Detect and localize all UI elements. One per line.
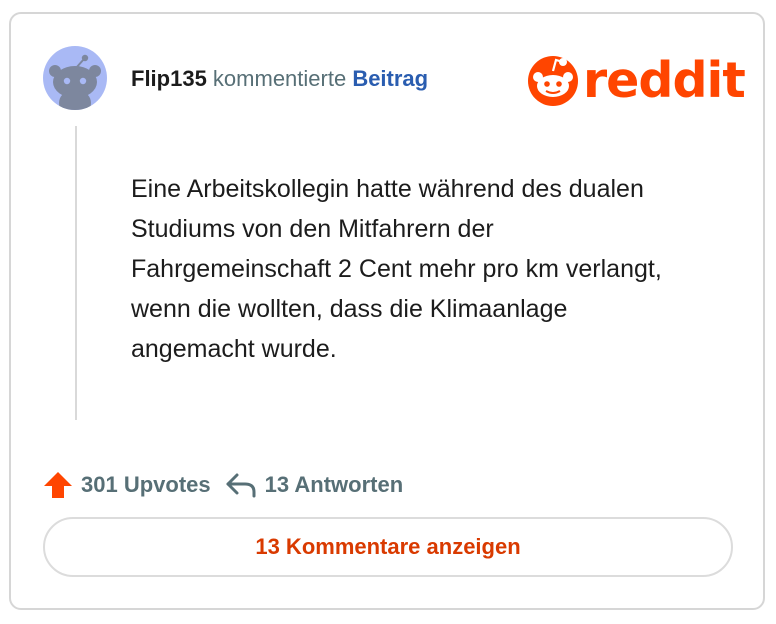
- reddit-logo[interactable]: reddit: [527, 51, 746, 109]
- user-avatar[interactable]: [43, 46, 107, 110]
- reddit-snoo-icon: [528, 56, 578, 106]
- reply-count: 13 Antworten: [264, 472, 404, 497]
- upvote-count: 301 Upvotes: [81, 472, 211, 497]
- username[interactable]: Flip135: [131, 66, 207, 91]
- replies-control[interactable]: 13 Antworten: [225, 472, 404, 498]
- action-text: kommentierte: [206, 66, 353, 91]
- thread-line: [75, 126, 77, 420]
- upvote-control[interactable]: 301 Upvotes: [43, 471, 211, 499]
- snoo-avatar-icon: [49, 54, 101, 110]
- post-link[interactable]: Beitrag: [352, 66, 428, 91]
- logo-wordmark: reddit: [583, 51, 746, 109]
- upvote-arrow-icon: [44, 472, 72, 498]
- show-comments-button[interactable]: 13 Kommentare anzeigen: [43, 517, 733, 577]
- reply-arrow-icon: [226, 473, 256, 498]
- comment-card: Flip135 kommentierte Beitrag reddit Eine…: [9, 12, 765, 610]
- comment-body: Eine Arbeitskollegin hatte während des d…: [131, 175, 662, 363]
- comment-header: Flip135 kommentierte Beitrag: [131, 66, 428, 92]
- comment-stats: 301 Upvotes 13 Antworten: [43, 469, 403, 501]
